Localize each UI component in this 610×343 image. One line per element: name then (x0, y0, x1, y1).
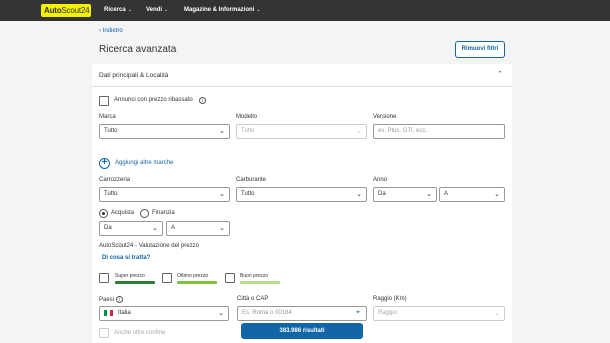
plus-circle-icon[interactable]: + (99, 158, 110, 169)
year-to-select[interactable]: A ⌄ (439, 187, 505, 202)
radius-value: Raggio (378, 310, 398, 316)
great-price-label: Ottimo prezzo (177, 273, 209, 279)
fuel-label: Carburante (236, 177, 267, 183)
great-price-checkbox[interactable] (162, 273, 172, 283)
chevron-down-icon: ⌄ (219, 128, 225, 135)
finance-radio[interactable] (140, 209, 149, 218)
add-makes-link[interactable]: Aggiungi altre marche (115, 160, 173, 166)
country-label-text: Paesi (99, 297, 115, 303)
discounted-checkbox[interactable] (99, 96, 109, 106)
fuel-select[interactable]: Tutto ⌄ (236, 187, 367, 202)
version-input[interactable]: es. Plus, GTI, ecc. (373, 124, 505, 139)
nav-magazine[interactable]: Magazine & Informazioni ⌄ (184, 0, 261, 21)
model-select[interactable]: Tutto ⌄ (236, 124, 367, 139)
chevron-down-icon: ⌄ (219, 225, 225, 232)
nav-ricerca-label: Ricerca (104, 7, 126, 13)
logo-main-text: Auto (44, 6, 62, 15)
chevron-down-icon: ⌄ (256, 7, 261, 13)
chevron-down-icon: ⌄ (164, 7, 169, 13)
show-results-button[interactable]: 383.986 risultati (241, 323, 363, 339)
chevron-down-icon: ⌄ (219, 191, 225, 198)
country-label: Paesi i (99, 296, 123, 303)
fuel-value: Tutto (241, 191, 255, 197)
reset-filters-button[interactable]: Rimuovi filtri (455, 41, 505, 58)
price-from-value: Da (104, 225, 112, 231)
model-value: Tutto (241, 128, 255, 134)
year-label: Anno (373, 177, 388, 183)
make-select[interactable]: Tutto ⌄ (99, 124, 230, 139)
chevron-down-icon: ⌄ (426, 191, 432, 198)
chevron-up-icon[interactable]: ⌃ (497, 70, 503, 78)
info-icon[interactable]: i (115, 296, 123, 303)
body-label: Carrozzeria (99, 177, 131, 183)
make-value: Tutto (104, 128, 118, 134)
super-price-label: Super prezzo (115, 273, 145, 279)
cross-border-checkbox[interactable] (99, 328, 109, 338)
chevron-down-icon: ⌄ (218, 310, 224, 317)
evaluation-info-link[interactable]: Di cosa si tratta? (102, 255, 150, 261)
body-value: Tutto (104, 191, 118, 197)
discounted-label: Annunci con prezzo ribassato (114, 97, 193, 103)
good-price-bar (240, 281, 280, 284)
good-price-checkbox[interactable] (225, 273, 235, 283)
nav-vendi[interactable]: Vendi ⌄ (146, 0, 168, 21)
good-price-label: Buon prezzo (240, 273, 269, 279)
chevron-down-icon: ⌄ (494, 191, 500, 198)
cross-border-label: Anche oltre confine (114, 330, 166, 336)
chevron-left-icon: ‹ (99, 28, 101, 34)
chevron-down-icon: ⌄ (356, 128, 362, 135)
price-from-select[interactable]: Da ⌄ (99, 221, 163, 236)
evaluation-title: AutoScout24 - Valutazione del prezzo (99, 243, 199, 249)
year-to-value: A (444, 191, 449, 197)
back-label: Indietro (102, 28, 123, 34)
buy-label: Acquista (111, 210, 135, 216)
top-navbar (0, 0, 610, 21)
chevron-down-icon: ⌄ (127, 7, 132, 13)
model-label: Modello (236, 114, 258, 120)
chevron-down-icon: ⌄ (494, 310, 500, 317)
great-price-bar (177, 281, 217, 284)
super-price-bar (115, 281, 155, 284)
version-label: Versione (373, 114, 397, 120)
price-to-select[interactable]: A ⌄ (166, 221, 230, 236)
logo-rest-text: Scout24 (61, 6, 90, 15)
make-label: Marca (99, 114, 116, 120)
nav-magazine-label: Magazine & Informazioni (184, 7, 255, 13)
divider (92, 86, 512, 87)
body-select[interactable]: Tutto ⌄ (99, 187, 230, 202)
price-to-value: A (171, 225, 176, 231)
city-input[interactable]: Es. Roma o 00184 (237, 306, 367, 321)
radius-label: Raggio (Km) (373, 296, 407, 302)
finance-label: Finanzia (152, 210, 175, 216)
country-select[interactable]: Italia ⌄ (99, 306, 229, 321)
radius-select[interactable]: Raggio ⌄ (373, 306, 505, 321)
chevron-down-icon: ⌄ (356, 191, 362, 198)
chevron-down-icon: ⌄ (152, 225, 158, 232)
section-title: Dati principali & Località (99, 72, 169, 79)
city-label: Città o CAP (237, 296, 269, 302)
year-from-select[interactable]: Da ⌄ (373, 187, 437, 202)
nav-vendi-label: Vendi (146, 7, 163, 13)
buy-radio[interactable] (99, 209, 108, 218)
italy-flag-icon (104, 310, 113, 316)
back-link[interactable]: ‹ Indietro (99, 28, 123, 34)
super-price-checkbox[interactable] (99, 273, 109, 283)
info-icon[interactable]: i (199, 97, 206, 104)
location-target-icon[interactable]: ⌖ (356, 309, 360, 317)
nav-ricerca[interactable]: Ricerca ⌄ (104, 0, 132, 21)
filters-card (92, 64, 512, 343)
year-from-value: Da (378, 191, 386, 197)
autoscout24-logo[interactable]: AutoScout24 (41, 4, 91, 17)
page-title: Ricerca avanzata (99, 44, 177, 55)
